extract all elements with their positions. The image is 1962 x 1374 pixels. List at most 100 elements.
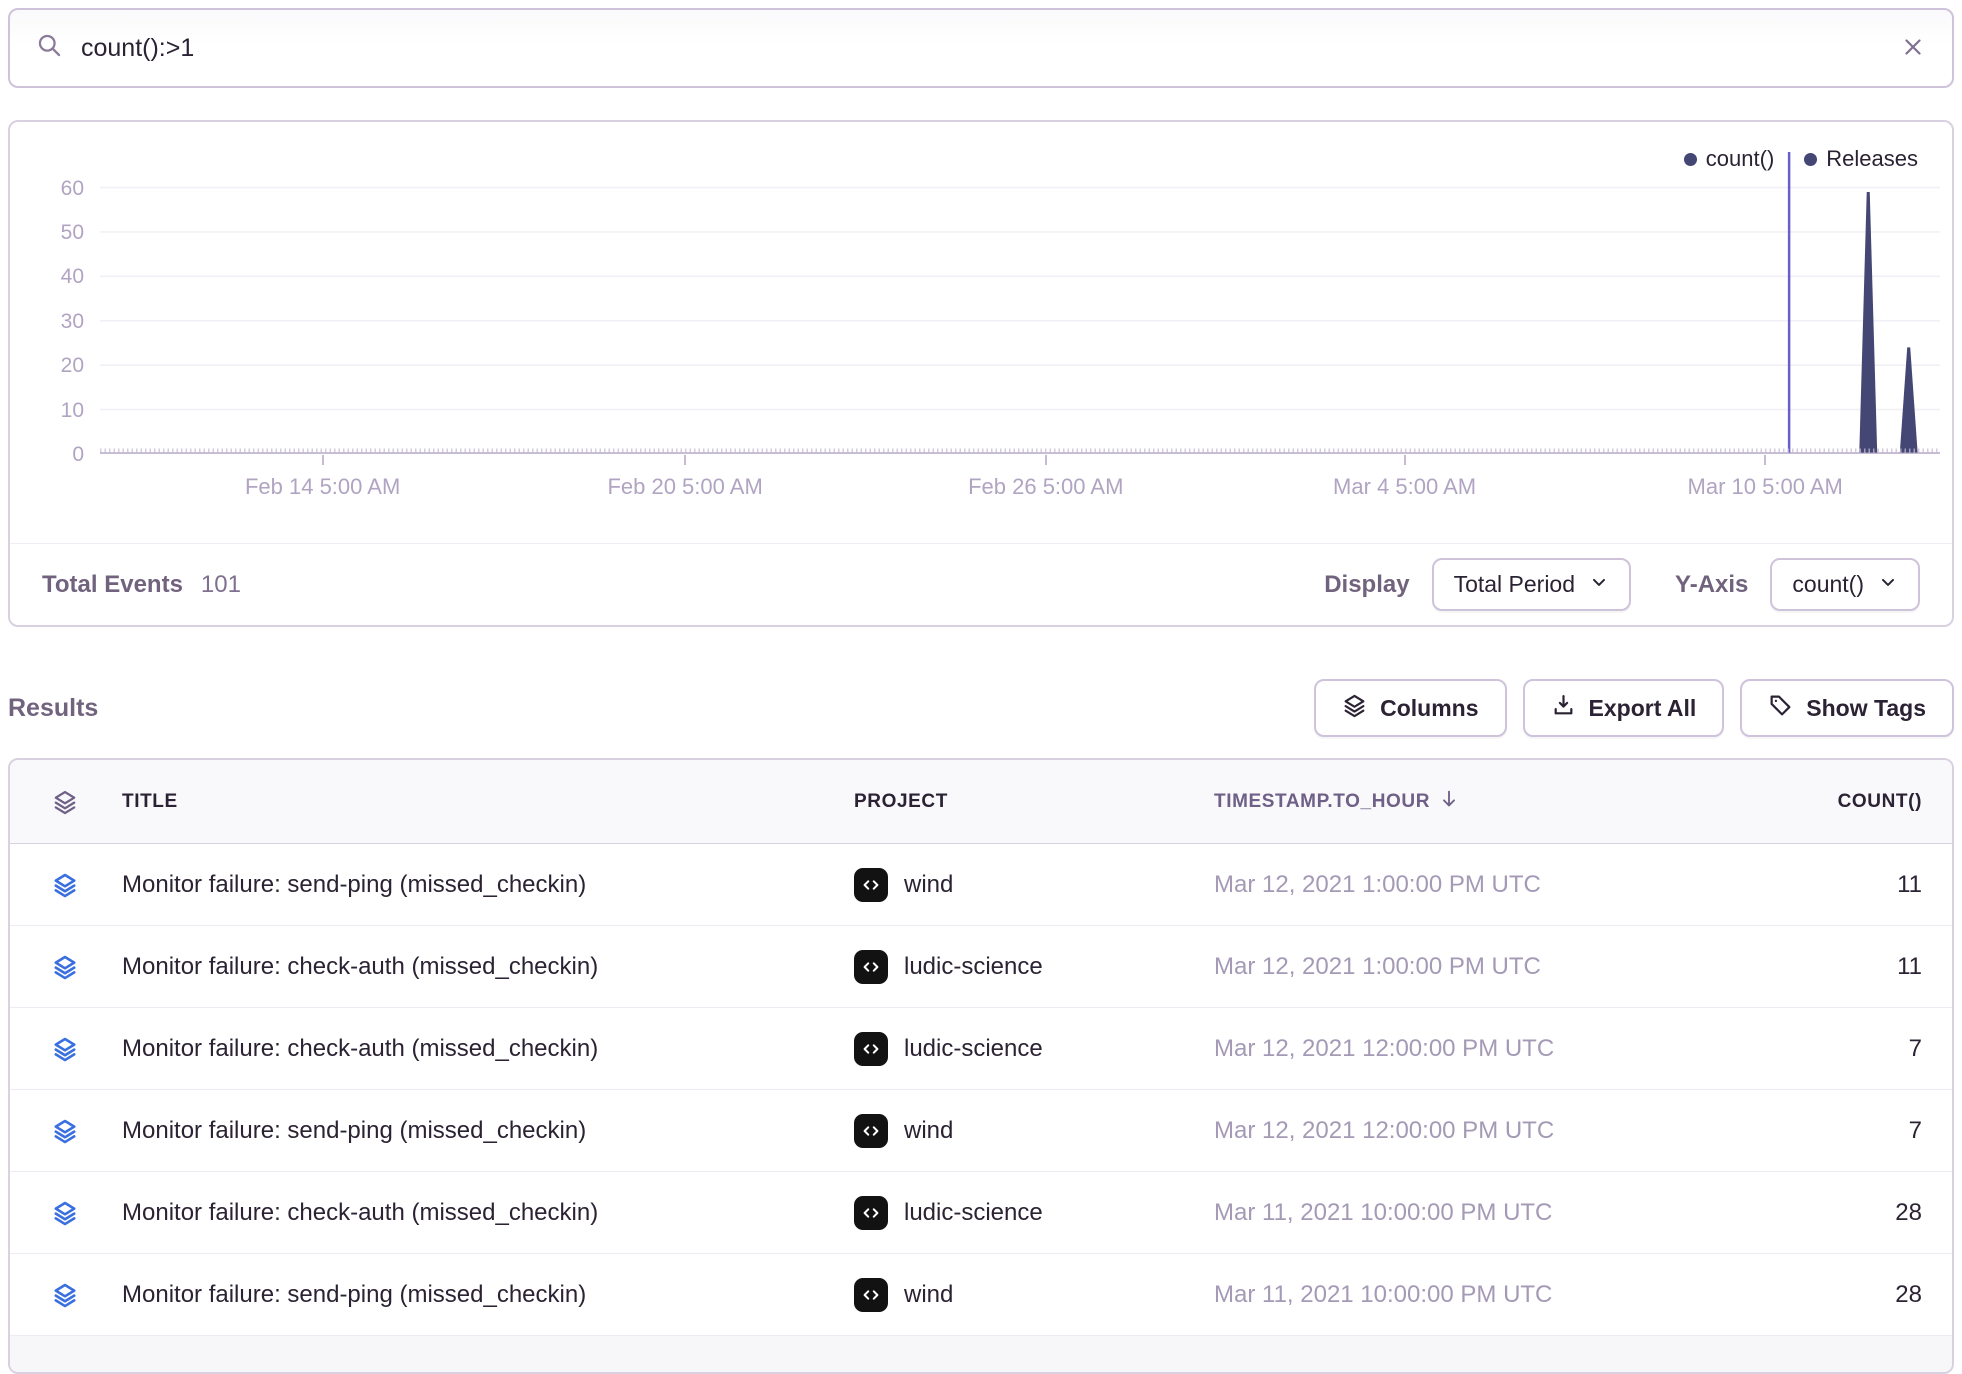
count-cell: 11 bbox=[1704, 871, 1952, 899]
total-events-label: Total Events bbox=[42, 571, 183, 599]
stack-icon bbox=[52, 1036, 78, 1062]
events-chart-panel: count() Releases Feb 14 5:00 AM Feb 20 5… bbox=[8, 120, 1954, 627]
event-title-link[interactable]: Monitor failure: check-auth (missed_chec… bbox=[116, 1035, 844, 1063]
project-cell: wind bbox=[844, 1278, 1204, 1312]
project-platform-icon bbox=[854, 1196, 888, 1230]
show-tags-button-label: Show Tags bbox=[1806, 695, 1926, 722]
table-row[interactable]: Monitor failure: check-auth (missed_chec… bbox=[10, 926, 1952, 1008]
y-axis-tick-label: 60 bbox=[10, 177, 84, 201]
x-axis-tick-mark bbox=[1404, 455, 1406, 465]
table-header-row: TITLE PROJECT TIMESTAMP.TO_HOUR COUNT() bbox=[10, 760, 1952, 844]
count-cell: 11 bbox=[1704, 953, 1952, 981]
timestamp-cell: Mar 11, 2021 10:00:00 PM UTC bbox=[1204, 1199, 1704, 1227]
table-row[interactable]: Monitor failure: check-auth (missed_chec… bbox=[10, 1172, 1952, 1254]
project-name: wind bbox=[904, 1281, 953, 1309]
count-cell: 7 bbox=[1704, 1117, 1952, 1145]
yaxis-select-value: count() bbox=[1792, 571, 1864, 598]
timestamp-cell: Mar 12, 2021 12:00:00 PM UTC bbox=[1204, 1035, 1704, 1063]
table-footer bbox=[10, 1336, 1952, 1374]
columns-button-label: Columns bbox=[1380, 695, 1478, 722]
results-actions: Columns Export All Show Tags bbox=[1314, 679, 1954, 737]
column-header-timestamp[interactable]: TIMESTAMP.TO_HOUR bbox=[1204, 788, 1704, 816]
tag-icon bbox=[1768, 693, 1793, 724]
chart-plot-area[interactable] bbox=[100, 152, 1940, 454]
close-icon bbox=[1900, 34, 1926, 63]
project-cell: ludic-science bbox=[844, 950, 1204, 984]
show-tags-button[interactable]: Show Tags bbox=[1740, 679, 1954, 737]
column-header-title[interactable]: TITLE bbox=[116, 791, 844, 813]
x-axis-tick-label: Mar 4 5:00 AM bbox=[1333, 474, 1476, 500]
columns-button[interactable]: Columns bbox=[1314, 679, 1506, 737]
x-axis-tick-label: Feb 14 5:00 AM bbox=[245, 474, 400, 500]
sort-desc-icon bbox=[1438, 788, 1460, 816]
project-cell: wind bbox=[844, 1114, 1204, 1148]
column-header-timestamp-label: TIMESTAMP.TO_HOUR bbox=[1214, 791, 1430, 813]
count-cell: 28 bbox=[1704, 1199, 1952, 1227]
results-bar: Results Columns Export All bbox=[8, 678, 1954, 738]
column-header-count[interactable]: COUNT() bbox=[1704, 791, 1952, 813]
x-axis-tick-mark bbox=[1764, 455, 1766, 465]
x-axis-tick-mark bbox=[322, 455, 324, 465]
x-axis-tick-mark bbox=[684, 455, 686, 465]
event-title-link[interactable]: Monitor failure: send-ping (missed_check… bbox=[116, 871, 844, 899]
stack-icon bbox=[52, 1118, 78, 1144]
project-name: ludic-science bbox=[904, 1035, 1043, 1063]
event-title-link[interactable]: Monitor failure: send-ping (missed_check… bbox=[116, 1117, 844, 1145]
header-icon-column bbox=[10, 789, 116, 815]
x-axis-tick-mark bbox=[1045, 455, 1047, 465]
export-all-button[interactable]: Export All bbox=[1523, 679, 1725, 737]
event-title-link[interactable]: Monitor failure: send-ping (missed_check… bbox=[116, 1281, 844, 1309]
project-name: wind bbox=[904, 1117, 953, 1145]
timestamp-cell: Mar 12, 2021 12:00:00 PM UTC bbox=[1204, 1117, 1704, 1145]
project-cell: ludic-science bbox=[844, 1196, 1204, 1230]
display-select-value: Total Period bbox=[1454, 571, 1575, 598]
table-row[interactable]: Monitor failure: check-auth (missed_chec… bbox=[10, 1008, 1952, 1090]
y-axis-tick-label: 20 bbox=[10, 354, 84, 378]
results-heading: Results bbox=[8, 694, 98, 723]
project-name: ludic-science bbox=[904, 953, 1043, 981]
download-icon bbox=[1551, 693, 1576, 724]
chart-controls-row: Total Events 101 Display Total Period Y-… bbox=[10, 543, 1952, 625]
event-title-link[interactable]: Monitor failure: check-auth (missed_chec… bbox=[116, 1199, 844, 1227]
discover-page: count() Releases Feb 14 5:00 AM Feb 20 5… bbox=[0, 0, 1962, 1374]
y-axis-tick-label: 10 bbox=[10, 399, 84, 423]
column-header-project[interactable]: PROJECT bbox=[844, 791, 1204, 813]
chevron-down-icon bbox=[1589, 571, 1609, 598]
stack-icon bbox=[52, 872, 78, 898]
project-platform-icon bbox=[854, 1278, 888, 1312]
stack-icon bbox=[52, 954, 78, 980]
project-name: ludic-science bbox=[904, 1199, 1043, 1227]
export-all-button-label: Export All bbox=[1589, 695, 1697, 722]
display-label: Display bbox=[1324, 571, 1409, 599]
results-table: TITLE PROJECT TIMESTAMP.TO_HOUR COUNT() … bbox=[8, 758, 1954, 1374]
search-input[interactable] bbox=[81, 34, 1882, 63]
timestamp-cell: Mar 12, 2021 1:00:00 PM UTC bbox=[1204, 953, 1704, 981]
project-platform-icon bbox=[854, 1032, 888, 1066]
stack-icon bbox=[1342, 693, 1367, 724]
table-row[interactable]: Monitor failure: send-ping (missed_check… bbox=[10, 844, 1952, 926]
project-name: wind bbox=[904, 871, 953, 899]
x-axis-tick-label: Feb 26 5:00 AM bbox=[968, 474, 1123, 500]
yaxis-label: Y-Axis bbox=[1675, 571, 1748, 599]
event-title-link[interactable]: Monitor failure: check-auth (missed_chec… bbox=[116, 953, 844, 981]
stack-icon bbox=[52, 789, 78, 815]
clear-search-button[interactable] bbox=[1900, 34, 1926, 63]
table-row[interactable]: Monitor failure: send-ping (missed_check… bbox=[10, 1090, 1952, 1172]
project-platform-icon bbox=[854, 950, 888, 984]
count-cell: 28 bbox=[1704, 1281, 1952, 1309]
y-axis-tick-label: 50 bbox=[10, 221, 84, 245]
x-axis-tick-label: Feb 20 5:00 AM bbox=[607, 474, 762, 500]
search-icon bbox=[36, 32, 63, 64]
table-row[interactable]: Monitor failure: send-ping (missed_check… bbox=[10, 1254, 1952, 1336]
y-axis-tick-label: 0 bbox=[10, 443, 84, 467]
count-cell: 7 bbox=[1704, 1035, 1952, 1063]
project-platform-icon bbox=[854, 1114, 888, 1148]
search-bar bbox=[8, 8, 1954, 88]
chevron-down-icon bbox=[1878, 571, 1898, 598]
timestamp-cell: Mar 11, 2021 10:00:00 PM UTC bbox=[1204, 1281, 1704, 1309]
display-select[interactable]: Total Period bbox=[1432, 558, 1631, 611]
yaxis-select[interactable]: count() bbox=[1770, 558, 1920, 611]
timestamp-cell: Mar 12, 2021 1:00:00 PM UTC bbox=[1204, 871, 1704, 899]
project-platform-icon bbox=[854, 868, 888, 902]
stack-icon bbox=[52, 1200, 78, 1226]
